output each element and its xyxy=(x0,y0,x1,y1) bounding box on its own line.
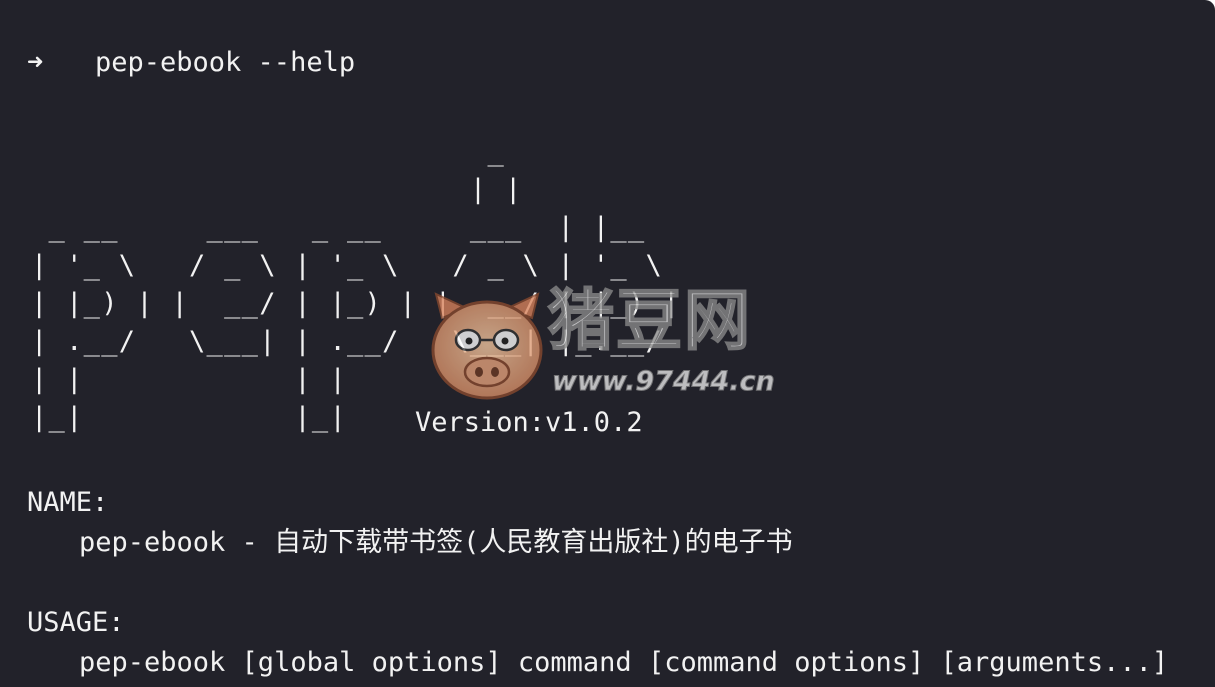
pig-logo-icon xyxy=(431,292,543,400)
terminal-window[interactable]: ➜ pep-ebook --help _ | | _ __ ___ _ __ _… xyxy=(0,0,1215,687)
usage-description: pep-ebook [global options] command [comm… xyxy=(79,647,1169,678)
name-heading: NAME: xyxy=(27,487,109,518)
usage-heading: USAGE: xyxy=(27,607,125,638)
command-line: pep-ebook --help xyxy=(95,47,356,78)
watermark-url: www.97444.cn xyxy=(552,366,776,398)
prompt-arrow-icon: ➜ xyxy=(27,47,44,78)
name-description: pep-ebook - 自动下载带书签(人民教育出版社)的电子书 xyxy=(79,527,793,558)
watermark-brand: 猪豆网 xyxy=(547,282,752,359)
watermark: 猪豆网 www.97444.cn xyxy=(428,282,790,412)
